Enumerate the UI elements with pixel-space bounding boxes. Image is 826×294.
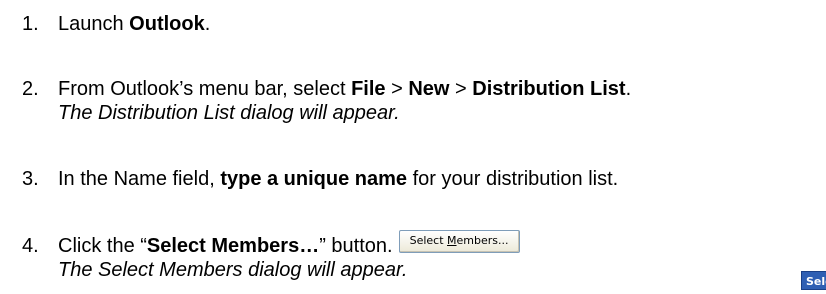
step-note: The Select Members dialog will appear. [58,259,408,281]
step-2: 2. From Outlook’s menu bar, select File >… [22,77,631,125]
menu-distribution-list: Distribution List [472,78,626,100]
step-text: Click the “Select Members…” button. Selec… [58,230,520,282]
step-text: Launch Outlook. [58,13,211,35]
step-note: The Distribution List dialog will appear… [58,102,400,124]
step-number: 4. [22,235,39,257]
menu-file: File [351,78,386,100]
step-1: 1. Launch Outlook. [22,12,210,36]
menu-new: New [408,78,450,100]
step-text: From Outlook’s menu bar, select File > N… [58,78,632,124]
step-number: 2. [22,78,39,100]
step-number: 1. [22,13,39,35]
step-number: 3. [22,168,39,190]
step-4: 4. Click the “Select Members…” button. Sel… [22,230,520,282]
emphasis: type a unique name [220,168,408,190]
select-button-cropped[interactable]: Sele [801,271,826,290]
app-name: Outlook [129,13,205,35]
button-reference: Select Members… [146,235,320,257]
select-members-button[interactable]: Select Members... [398,230,520,253]
step-3: 3. In the Name field, type a unique name … [22,167,618,191]
step-text: In the Name field, type a unique name fo… [58,168,619,190]
